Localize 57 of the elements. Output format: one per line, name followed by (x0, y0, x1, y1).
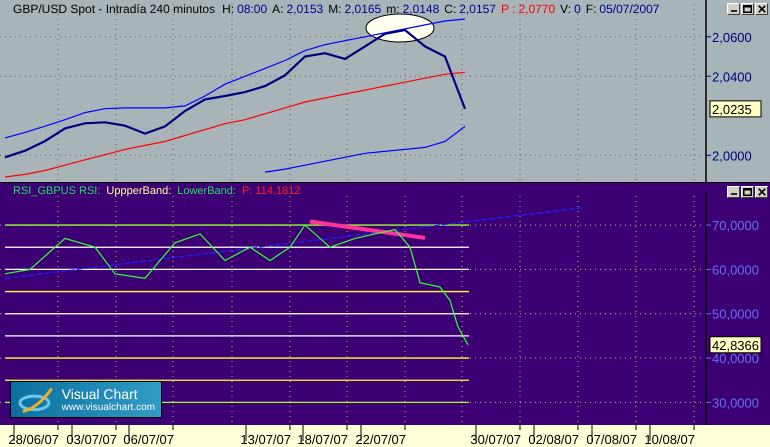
maximize-icon (743, 188, 752, 196)
indicator-label: P: 114,1812 (242, 186, 300, 197)
field-label: F: (586, 2, 596, 14)
field-value: 2,0165 (344, 2, 382, 14)
field-label: M: (328, 2, 342, 14)
close-button[interactable] (755, 2, 768, 14)
date-label: 03/07/07 (66, 432, 117, 447)
axis-label: 40,0000 (712, 351, 759, 366)
chart-title: GBP/USD Spot - Intradía 240 minutos (13, 2, 216, 14)
date-label: 06/07/07 (123, 432, 174, 447)
logo-name: Visual Chart (62, 386, 139, 402)
field-label: H: (222, 2, 234, 14)
field-value: 0 (574, 2, 581, 14)
date-label: 02/08/07 (528, 432, 579, 447)
field-value: 05/07/2007 (599, 2, 660, 14)
field-label: C: (444, 2, 456, 14)
minimize-button[interactable] (727, 2, 740, 14)
minimize-icon (730, 10, 736, 12)
axis-label: 2,0000 (712, 148, 752, 164)
field-value: 2,0148 (402, 2, 440, 14)
axis-label: 60,0000 (712, 262, 759, 278)
indicator-label: LowerBand: (177, 186, 236, 197)
close-button[interactable] (755, 186, 768, 198)
date-label: 13/07/07 (240, 432, 291, 447)
date-label: 10/08/07 (644, 432, 695, 447)
highlight-ellipse (366, 14, 434, 42)
field-value: 08:00 (237, 2, 268, 14)
minimize-button[interactable] (727, 186, 740, 198)
last-value-tag: 42,8366 (710, 336, 762, 354)
field-label: m: (386, 2, 400, 14)
date-label: 28/06/07 (8, 432, 59, 447)
date-label: 07/08/07 (586, 432, 637, 447)
last-value-tag: 2,0235 (710, 100, 762, 118)
field-label: V: (560, 2, 572, 14)
close-icon (758, 188, 766, 196)
date-label: 18/07/07 (297, 432, 348, 447)
indicator-label: RSI_GBPUS RSI: (13, 186, 100, 197)
date-label: 22/07/07 (355, 432, 406, 447)
maximize-button[interactable] (741, 186, 754, 198)
date-label: 30/07/07 (470, 432, 521, 447)
axis-label: 30,0000 (712, 395, 759, 410)
field-label: A: (272, 2, 284, 14)
logo-url: www.visualchart.com (62, 402, 155, 414)
axis-label: 2,0600 (712, 30, 752, 45)
minimize-icon (730, 193, 736, 195)
maximize-icon (743, 4, 752, 12)
maximize-button[interactable] (741, 2, 754, 14)
axis-label: 2,0400 (712, 69, 752, 84)
field-label: P : (500, 2, 516, 14)
field-value: 2,0770 (518, 2, 556, 14)
swoosh-logo-icon (17, 386, 56, 414)
axis-label: 70,0000 (712, 218, 759, 234)
axis-label: 50,0000 (712, 306, 759, 322)
field-value: 2,0157 (459, 2, 496, 14)
field-value: 2,0153 (286, 2, 324, 14)
close-icon (758, 4, 766, 12)
indicator-label: UppperBand: (106, 186, 172, 197)
